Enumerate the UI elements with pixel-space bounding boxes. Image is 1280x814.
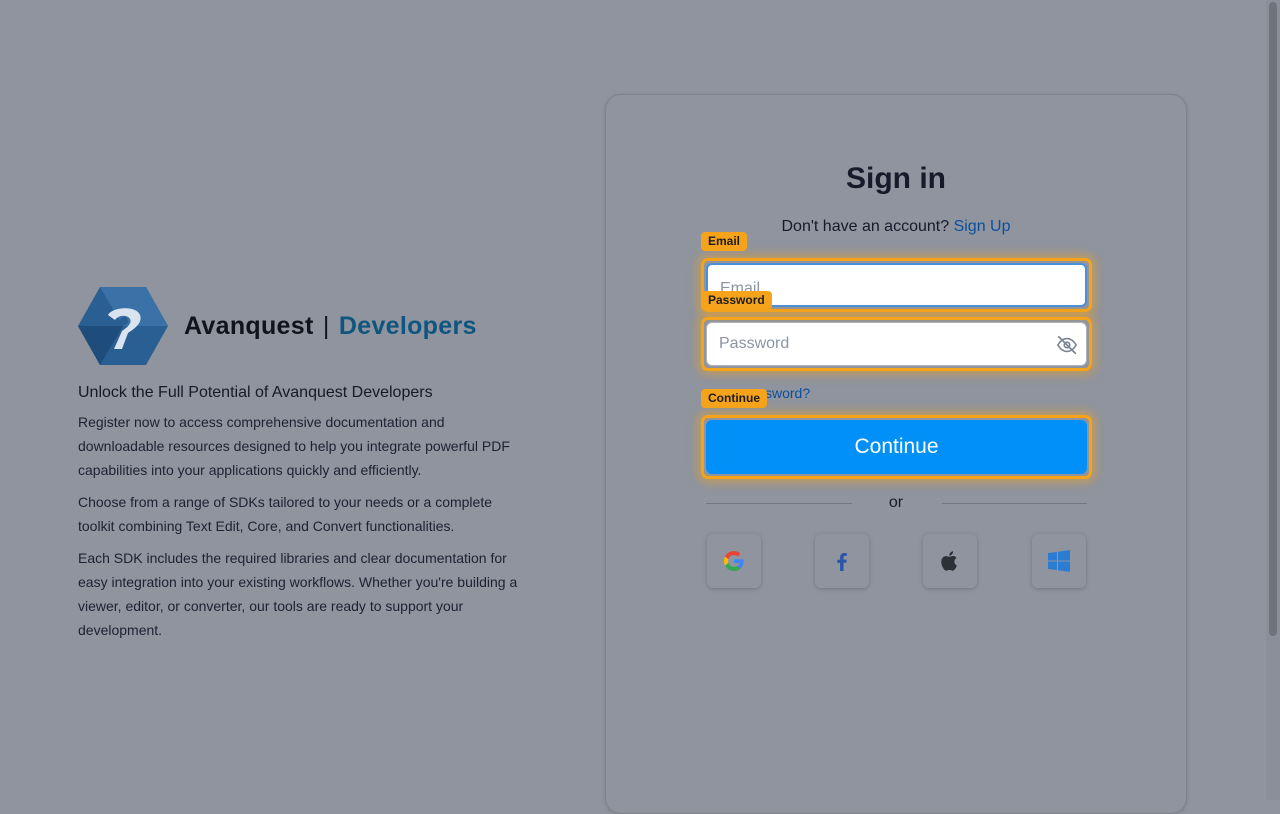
- divider-line-right: [942, 503, 1087, 504]
- signin-title: Sign in: [846, 162, 946, 195]
- facebook-icon: [837, 553, 847, 571]
- google-icon: [724, 551, 744, 571]
- password-field[interactable]: [706, 322, 1087, 366]
- brand-separator: |: [322, 311, 330, 340]
- password-input[interactable]: [707, 323, 1086, 365]
- signup-prompt: Don't have an account? Sign Up: [605, 218, 1187, 236]
- eye-off-icon[interactable]: [1056, 334, 1078, 356]
- email-field[interactable]: [706, 263, 1087, 307]
- windows-icon: [1048, 550, 1070, 572]
- brand-name-main: Avanquest: [184, 311, 314, 340]
- brand-header: Avanquest | Developers: [78, 287, 477, 365]
- scrollbar-track[interactable]: [1266, 0, 1280, 800]
- scrollbar-thumb[interactable]: [1269, 2, 1277, 636]
- divider-line-left: [706, 503, 852, 504]
- email-input[interactable]: [708, 265, 1085, 305]
- no-account-text: Don't have an account?: [781, 218, 950, 235]
- brand-name-suffix: Developers: [338, 311, 477, 340]
- avanquest-logo-icon: [78, 287, 168, 365]
- intro-paragraph-1: Register now to access comprehensive doc…: [78, 414, 510, 478]
- apple-icon: [941, 551, 957, 571]
- apple-signin-button[interactable]: [923, 534, 977, 588]
- forgot-password-link[interactable]: ssword?: [758, 385, 810, 401]
- continue-button[interactable]: Continue: [706, 420, 1087, 474]
- intro-section: Unlock the Full Potential of Avanquest D…: [78, 384, 523, 650]
- windows-signin-button[interactable]: [1032, 534, 1086, 588]
- divider-or: or: [888, 494, 904, 511]
- facebook-signin-button[interactable]: [815, 534, 869, 588]
- intro-heading: Unlock the Full Potential of Avanquest D…: [78, 384, 433, 401]
- intro-paragraph-2: Choose from a range of SDKs tailored to …: [78, 494, 492, 534]
- signup-link[interactable]: Sign Up: [954, 218, 1011, 235]
- intro-paragraph-3: Each SDK includes the required libraries…: [78, 550, 518, 638]
- google-signin-button[interactable]: [707, 534, 761, 588]
- brand-name: Avanquest | Developers: [184, 312, 477, 341]
